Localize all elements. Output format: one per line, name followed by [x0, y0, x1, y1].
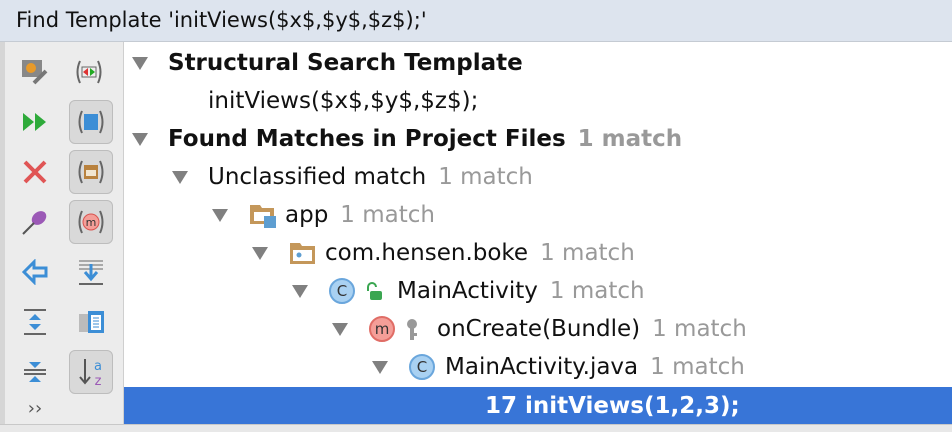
- rerun-icon[interactable]: [13, 100, 57, 144]
- settings-icon[interactable]: [13, 50, 57, 94]
- tree-node-template-header[interactable]: Structural Search Template: [124, 44, 952, 82]
- module-folder-icon: [250, 205, 276, 228]
- expand-arrow-icon[interactable]: [332, 322, 348, 336]
- merge-dup-lines-icon[interactable]: [69, 250, 113, 294]
- svg-text:z: z: [95, 374, 102, 388]
- match-count: 1 match: [652, 316, 747, 342]
- node-label: app: [285, 202, 329, 228]
- expand-arrow-icon[interactable]: [132, 56, 148, 70]
- node-label: MainActivity.java: [445, 354, 639, 380]
- package-icon: [290, 243, 315, 264]
- svg-text:a: a: [94, 359, 102, 374]
- toolbar: m az ››: [5, 42, 124, 424]
- tree-node-match-line[interactable]: 17 initViews(1,2,3);: [124, 387, 952, 425]
- window-title: Find Template 'initViews($x$,$y$,$z$);': [0, 0, 952, 42]
- tree-node-method[interactable]: m onCreate(Bundle) 1 match: [124, 310, 952, 348]
- expand-arrow-icon[interactable]: [292, 284, 308, 298]
- preview-icon[interactable]: [69, 300, 113, 344]
- close-icon[interactable]: [13, 150, 57, 194]
- collapse-all-icon[interactable]: [13, 350, 57, 394]
- node-label: onCreate(Bundle): [437, 316, 641, 342]
- match-count: 1 match: [540, 240, 635, 266]
- class-icon: C: [329, 278, 355, 304]
- match-count: 1 match: [650, 354, 745, 380]
- node-label: Unclassified match: [208, 164, 427, 190]
- class-icon: C: [409, 354, 435, 380]
- expand-all-icon[interactable]: [13, 300, 57, 344]
- more-icon[interactable]: ››: [13, 394, 57, 422]
- key-icon: [407, 319, 417, 340]
- node-label: Structural Search Template: [168, 50, 523, 76]
- svg-text:m: m: [86, 216, 97, 229]
- match-count: 1 match: [438, 164, 533, 190]
- match-count: 1 match: [577, 126, 683, 152]
- group-by-package-icon[interactable]: [69, 150, 113, 194]
- group-by-module-icon[interactable]: [69, 100, 113, 144]
- node-label: com.hensen.boke: [325, 240, 529, 266]
- match-count: 1 match: [549, 278, 645, 304]
- tree-node-class[interactable]: C MainActivity 1 match: [124, 272, 952, 310]
- expand-arrow-icon[interactable]: [252, 246, 268, 260]
- previous-icon[interactable]: [13, 250, 57, 294]
- sort-alphabetically-icon[interactable]: az: [69, 350, 113, 394]
- expand-arrow-icon[interactable]: [372, 360, 388, 374]
- pin-icon[interactable]: [13, 200, 57, 244]
- node-label: MainActivity: [397, 278, 538, 304]
- tree-node-file[interactable]: C MainActivity.java 1 match: [124, 348, 952, 386]
- method-icon: m: [369, 316, 395, 342]
- node-label: 17 initViews(1,2,3);: [485, 393, 740, 419]
- tree-node-found-matches[interactable]: Found Matches in Project Files 1 match: [124, 120, 952, 158]
- group-by-file-structure-icon[interactable]: m: [69, 200, 113, 244]
- node-label: Found Matches in Project Files: [168, 126, 566, 152]
- public-lock-icon: [367, 282, 382, 300]
- expand-arrow-icon[interactable]: [212, 208, 228, 222]
- expand-arrow-icon[interactable]: [132, 132, 148, 146]
- tree-node-template[interactable]: initViews($x$,$y$,$z$);: [124, 82, 952, 120]
- tree-node-package[interactable]: com.hensen.boke 1 match: [124, 234, 952, 272]
- node-label: initViews($x$,$y$,$z$);: [208, 88, 479, 114]
- preview-usages-icon[interactable]: [67, 50, 111, 94]
- match-count: 1 match: [340, 202, 435, 228]
- expand-arrow-icon[interactable]: [172, 170, 188, 184]
- tree-node-app[interactable]: app 1 match: [124, 196, 952, 234]
- tree-node-unclassified[interactable]: Unclassified match 1 match: [124, 158, 952, 196]
- bottom-border: [0, 424, 952, 432]
- results-tree: Structural Search Template initViews($x$…: [124, 42, 952, 425]
